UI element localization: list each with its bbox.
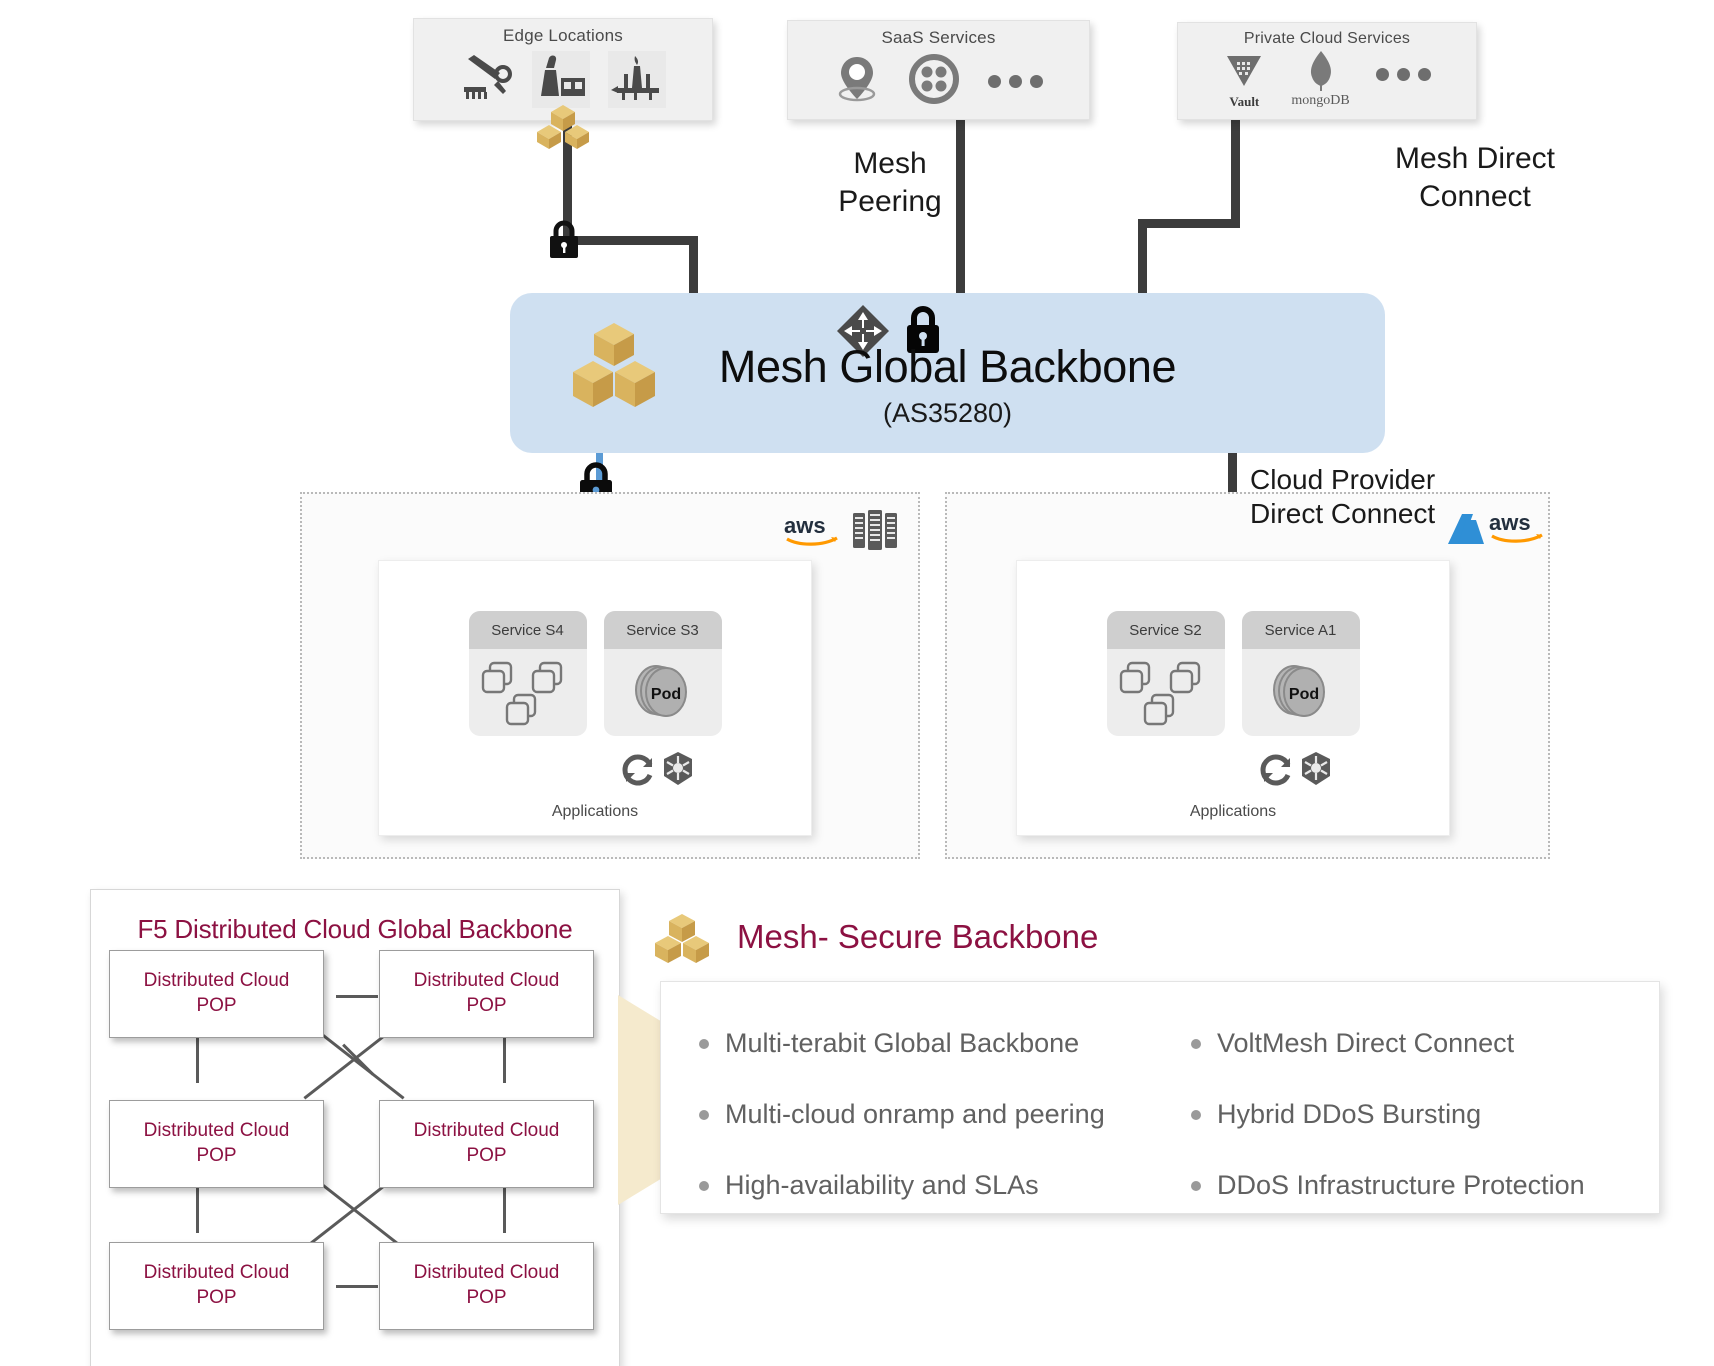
- vault-label: Vault: [1229, 94, 1260, 109]
- pop-link: [503, 1186, 506, 1233]
- oil-rig-icon: [608, 51, 666, 108]
- feature-bullet-label: Multi-cloud onramp and peering: [725, 1099, 1105, 1129]
- pop-node[interactable]: Distributed Cloud POP: [379, 1100, 594, 1188]
- lock-icon-edge: [543, 218, 585, 265]
- robot-arm-icon: [460, 53, 514, 106]
- container-icon: [1143, 693, 1183, 736]
- mesh-peering-label: Mesh Peering: [838, 147, 942, 218]
- feature-panel[interactable]: Multi-terabit Global Backbone Multi-clou…: [660, 981, 1660, 1214]
- pop-link: [503, 1036, 506, 1083]
- svg-text:aws: aws: [1489, 510, 1531, 535]
- private-cloud-connector-vertical: [1231, 118, 1240, 223]
- pop-node[interactable]: Distributed Cloud POP: [379, 1242, 594, 1330]
- service-card-s3[interactable]: Service S3 Pod: [603, 611, 722, 736]
- ellipsis-icon: [988, 75, 1043, 88]
- mesh-cubes-icon: [535, 103, 591, 156]
- aws-logo: aws: [783, 513, 845, 554]
- saas-services-box[interactable]: SaaS Services: [787, 20, 1090, 120]
- pop-node[interactable]: Distributed Cloud POP: [109, 1242, 324, 1330]
- right-applications-card[interactable]: Service S2 Service A1 Pod Applications: [1016, 560, 1450, 836]
- feature-bullet-label: High-availability and SLAs: [725, 1170, 1039, 1200]
- applications-label: Applications: [1189, 803, 1277, 820]
- f5-panel-title: F5 Distributed Cloud Global Backbone: [137, 914, 573, 944]
- ellipsis-icon: [1375, 68, 1431, 81]
- mongodb-label: mongoDB: [1291, 93, 1350, 108]
- mesh-direct-connect-label: Mesh Direct Connect: [1394, 142, 1556, 213]
- feature-bullet: VoltMesh Direct Connect: [1191, 1008, 1651, 1079]
- kubernetes-icon: [660, 751, 696, 792]
- bullet-dot-icon: [1191, 1180, 1201, 1191]
- bullet-dot-icon: [699, 1038, 709, 1049]
- kubernetes-icon: [1298, 751, 1334, 792]
- pop-link: [336, 1285, 378, 1288]
- service-card-a1[interactable]: Service A1 Pod: [1241, 611, 1360, 736]
- feature-bullet-label: Hybrid DDoS Bursting: [1217, 1099, 1482, 1129]
- pod-icon: Pod: [1266, 657, 1338, 734]
- svg-text:Pod: Pod: [1288, 686, 1318, 703]
- pop-link: [196, 1036, 199, 1083]
- service-card-s2[interactable]: Service S2: [1106, 611, 1225, 736]
- saas-services-title: SaaS Services: [881, 28, 996, 47]
- location-pin-icon: [834, 54, 880, 109]
- container-icon: [505, 693, 545, 736]
- svg-text:aws: aws: [784, 513, 826, 538]
- applications-label: Applications: [551, 803, 639, 820]
- feature-bullets-right: VoltMesh Direct Connect Hybrid DDoS Burs…: [1191, 1008, 1651, 1221]
- feature-panel-title: Mesh- Secure Backbone: [737, 918, 1099, 955]
- pop-node[interactable]: Distributed Cloud POP: [109, 950, 324, 1038]
- svg-text:Pod: Pod: [650, 686, 680, 703]
- servers-icon: [852, 509, 900, 556]
- pop-link: [196, 1186, 199, 1233]
- azure-logo: [1446, 512, 1486, 551]
- aws-logo: aws: [1488, 510, 1550, 551]
- feature-bullet-label: VoltMesh Direct Connect: [1217, 1028, 1515, 1058]
- service-card-s4[interactable]: Service S4: [468, 611, 587, 736]
- vault-icon: Vault: [1223, 50, 1265, 110]
- factory-icon: [532, 51, 590, 108]
- service-name: Service S3: [603, 611, 722, 649]
- feature-bullet-label: Multi-terabit Global Backbone: [725, 1028, 1080, 1058]
- feature-bullet: DDoS Infrastructure Protection: [1191, 1150, 1651, 1221]
- f5-backbone-panel[interactable]: F5 Distributed Cloud Global Backbone Dis…: [90, 889, 620, 1366]
- private-cloud-connector-horizontal: [1138, 219, 1240, 228]
- feature-bullets-left: Multi-terabit Global Backbone Multi-clou…: [699, 1008, 1129, 1221]
- bullet-dot-icon: [1191, 1038, 1201, 1049]
- edge-locations-title: Edge Locations: [503, 26, 623, 45]
- bullet-dot-icon: [699, 1180, 709, 1191]
- pod-icon: Pod: [628, 657, 700, 734]
- backbone-title: Mesh Global Backbone: [718, 341, 1177, 392]
- circle-quad-dots-icon: [908, 53, 960, 110]
- service-name: Service S2: [1106, 611, 1225, 649]
- feature-bullet-label: DDoS Infrastructure Protection: [1217, 1170, 1585, 1200]
- mesh-cubes-icon: [655, 913, 709, 970]
- feature-bullet: Hybrid DDoS Bursting: [1191, 1079, 1651, 1150]
- mongodb-icon: mongoDB: [1291, 50, 1350, 109]
- sync-icon: [622, 753, 656, 792]
- cloud-provider-direct-connect-label: Cloud Provider Direct Connect: [1250, 464, 1436, 529]
- pop-link: [336, 995, 378, 998]
- feature-bullet: High-availability and SLAs: [699, 1150, 1129, 1221]
- service-name: Service S4: [468, 611, 587, 649]
- private-cloud-services-title: Private Cloud Services: [1243, 30, 1411, 47]
- pop-node[interactable]: Distributed Cloud POP: [109, 1100, 324, 1188]
- feature-bullet: Multi-cloud onramp and peering: [699, 1079, 1129, 1150]
- diagram-canvas: Edge Locations SaaS Services Private Clo…: [0, 0, 1714, 1366]
- bullet-dot-icon: [699, 1109, 709, 1120]
- service-name: Service A1: [1241, 611, 1360, 649]
- private-cloud-services-box[interactable]: Private Cloud Services Vault mongoDB: [1177, 22, 1477, 120]
- mesh-global-backbone-box[interactable]: Mesh Global Backbone (AS35280): [510, 293, 1385, 453]
- private-cloud-connector-drop: [1138, 219, 1147, 303]
- feature-bullet: Multi-terabit Global Backbone: [699, 1008, 1129, 1079]
- pop-node[interactable]: Distributed Cloud POP: [379, 950, 594, 1038]
- left-applications-card[interactable]: Service S4 Service S3 Pod Applications: [378, 560, 812, 836]
- sync-icon: [1260, 753, 1294, 792]
- backbone-subtitle: (AS35280): [882, 398, 1013, 428]
- bullet-dot-icon: [1191, 1109, 1201, 1120]
